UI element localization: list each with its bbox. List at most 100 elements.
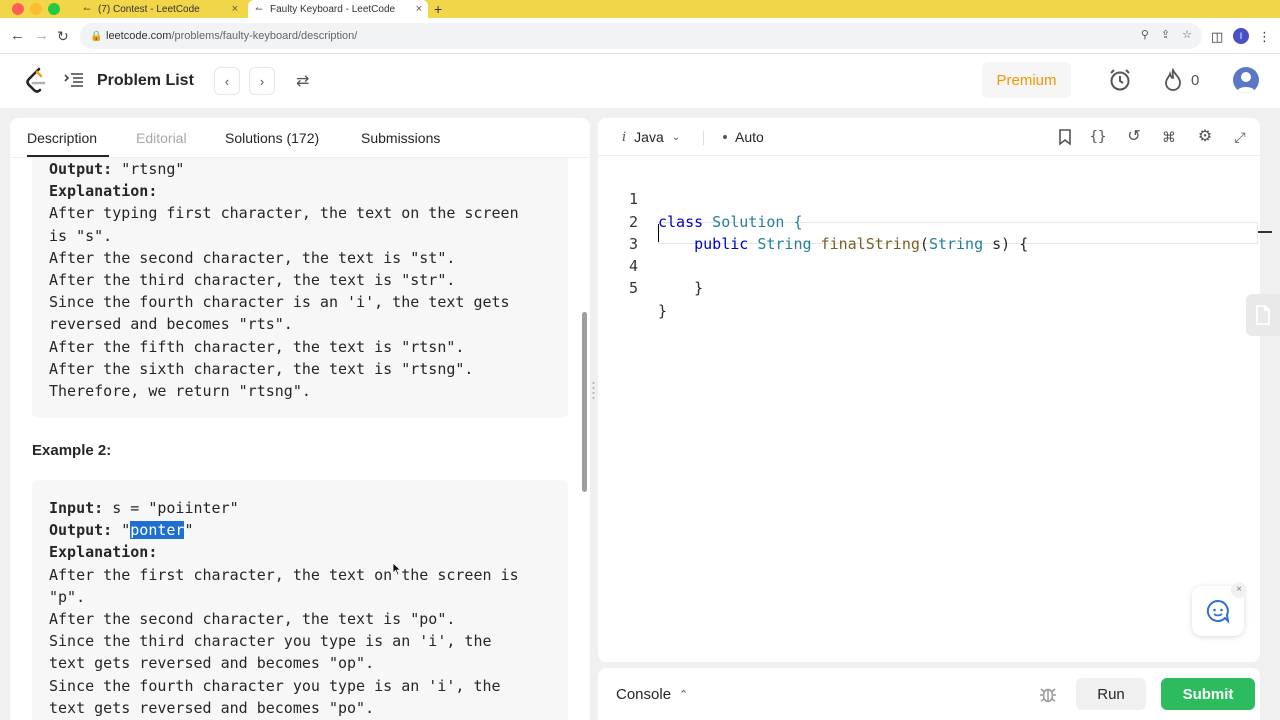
forward-arrow-icon[interactable]: → <box>34 27 49 45</box>
user-avatar[interactable] <box>1233 67 1259 93</box>
explanation-line: Since the fourth character you type is a… <box>49 676 501 695</box>
url-field[interactable]: 🔒 leetcode.com /problems/faulty-keyboard… <box>80 23 1202 49</box>
minimize-window-dot[interactable] <box>30 3 42 15</box>
explanation-line: Since the third character you type is an… <box>49 632 492 651</box>
sidebar-toggle-icon[interactable]: ◫ <box>1211 29 1223 45</box>
leetcode-header: Problem List ‹ › ⇄ Premium 0 <box>0 54 1280 108</box>
url-host: leetcode.com <box>106 30 172 42</box>
input-label: Input: <box>49 499 104 517</box>
shuffle-icon[interactable]: ⇄ <box>296 71 309 91</box>
input-value: s = "poiinter" <box>103 499 239 517</box>
selected-output-text[interactable]: ponter <box>130 521 185 540</box>
user-silhouette-icon <box>1236 72 1256 93</box>
explanation-line: After the first character, the text on t… <box>49 565 519 584</box>
run-button[interactable]: Run <box>1076 678 1146 710</box>
mode-label: Auto <box>735 129 764 145</box>
streak-flame-icon[interactable] <box>1163 68 1183 92</box>
next-problem-button[interactable]: › <box>249 67 275 95</box>
autocomplete-mode[interactable]: Auto <box>723 129 764 145</box>
description-scrollbar[interactable] <box>582 312 587 492</box>
streak-count: 0 <box>1191 72 1200 89</box>
problem-list-link[interactable]: Problem List <box>97 72 194 90</box>
prev-problem-button[interactable]: ‹ <box>214 67 240 95</box>
tab-submissions[interactable]: Submissions <box>361 130 440 146</box>
premium-button[interactable]: Premium <box>982 62 1071 98</box>
settings-gear-icon[interactable]: ⚙ <box>1196 128 1214 146</box>
bookmark-star-icon[interactable]: ☆ <box>1182 28 1192 41</box>
reset-code-icon[interactable]: ↺ <box>1125 128 1143 146</box>
tab-description[interactable]: Description <box>27 130 97 146</box>
explanation-line: text gets reversed and becomes "po". <box>49 698 375 717</box>
tab-title: Faulty Keyboard - LeetCode <box>270 3 396 15</box>
zoom-icon[interactable]: ⚲ <box>1141 28 1149 41</box>
mouse-pointer-icon <box>392 562 402 576</box>
language-selector[interactable]: i Java ⌄ <box>622 129 680 145</box>
fullscreen-icon[interactable]: ⤢ <box>1231 128 1249 146</box>
timer-icon[interactable] <box>1108 68 1132 92</box>
url-path: /problems/faulty-keyboard/description/ <box>171 30 358 42</box>
new-tab-button[interactable]: + <box>434 0 442 18</box>
browser-profile-avatar[interactable]: I <box>1233 28 1249 44</box>
code-brace: } <box>694 279 704 298</box>
document-icon <box>1256 305 1270 325</box>
explanation-line: After the fifth character, the text is "… <box>49 337 465 356</box>
bookmark-icon[interactable] <box>1056 128 1074 146</box>
code-brace: } <box>658 301 668 320</box>
explanation-line: After typing first character, the text o… <box>49 204 519 223</box>
active-tab-underline <box>27 155 109 157</box>
notes-side-tab[interactable] <box>1246 294 1280 336</box>
console-toggle[interactable]: Console ⌃ <box>616 686 688 703</box>
toolbar-divider <box>703 131 704 145</box>
example-2-heading: Example 2: <box>32 442 112 459</box>
console-label: Console <box>616 686 672 703</box>
output-value: "rtsng" <box>112 160 185 178</box>
share-icon[interactable]: ⇪ <box>1161 28 1170 41</box>
problem-list-icon[interactable] <box>64 72 84 90</box>
explanation-line: Therefore, we return "rtsng". <box>49 381 311 400</box>
editor-toolbar: i Java ⌄ Auto {} ↺ ⌘ ⚙ ⤢ <box>598 118 1260 156</box>
code-line: 5 } <box>598 255 1260 319</box>
chevron-down-icon: ⌄ <box>671 131 681 143</box>
close-chat-icon[interactable]: × <box>1231 582 1247 598</box>
output-label: Output: <box>49 160 113 178</box>
explanation-label: Explanation: <box>49 182 158 201</box>
close-tab-icon[interactable]: × <box>232 3 238 15</box>
explanation-line: After the sixth character, the text is "… <box>49 359 474 378</box>
chat-smile-icon <box>1206 599 1230 624</box>
panel-resize-handle[interactable] <box>592 380 595 402</box>
language-info-icon: i <box>622 129 627 145</box>
submit-button[interactable]: Submit <box>1161 678 1255 710</box>
tab-editorial[interactable]: Editorial <box>136 130 187 146</box>
code-line: 4 } <box>598 233 1260 297</box>
leetcode-favicon-icon: ↼ <box>83 3 91 14</box>
back-arrow-icon[interactable]: ← <box>10 27 25 45</box>
leetcode-logo-icon[interactable] <box>24 67 48 95</box>
explanation-line: text gets reversed and becomes "op". <box>49 654 375 673</box>
debug-bug-icon[interactable] <box>1038 684 1058 704</box>
tab-solutions[interactable]: Solutions (172) <box>225 130 319 146</box>
explanation-line: After the second character, the text is … <box>49 609 456 628</box>
maximize-window-dot[interactable] <box>48 3 60 15</box>
format-code-icon[interactable]: {} <box>1089 128 1107 146</box>
shortcuts-icon[interactable]: ⌘ <box>1160 128 1178 146</box>
reload-icon[interactable]: ↻ <box>57 27 69 45</box>
explanation-line: After the third character, the text is "… <box>49 270 456 289</box>
output-label: Output: <box>49 521 113 540</box>
explanation-line: Since the fourth character is an 'i', th… <box>49 293 510 312</box>
code-editor-panel: i Java ⌄ Auto {} ↺ ⌘ ⚙ ⤢ 1 class Solutio… <box>598 118 1260 662</box>
browser-tab-faulty-keyboard[interactable]: ↼ Faulty Keyboard - LeetCode × <box>248 0 428 18</box>
description-tabs: Description Editorial Solutions (172) Su… <box>10 118 590 158</box>
console-bar: Console ⌃ Run Submit <box>598 668 1260 720</box>
browser-tab-bar: ↼ (7) Contest - LeetCode × ↼ Faulty Keyb… <box>0 0 1280 18</box>
tab-title: (7) Contest - LeetCode <box>98 3 200 15</box>
code-line: 1 class Solution { <box>598 166 1260 230</box>
browser-tab-contest[interactable]: ↼ (7) Contest - LeetCode × <box>76 0 244 18</box>
lock-icon: 🔒 <box>90 30 103 42</box>
close-window-dot[interactable] <box>12 3 24 15</box>
browser-menu-icon[interactable]: ⋮ <box>1258 29 1271 45</box>
leetcode-favicon-icon: ↼ <box>255 3 263 14</box>
code-area[interactable]: 1 class Solution { 2 public String final… <box>598 166 1260 319</box>
bullet-icon <box>723 135 727 139</box>
output-prefix: " <box>112 521 131 540</box>
close-tab-icon[interactable]: × <box>416 3 422 15</box>
